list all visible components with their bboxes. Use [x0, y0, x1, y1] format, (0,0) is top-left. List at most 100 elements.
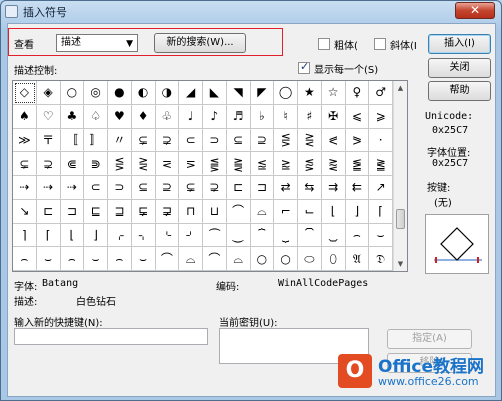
symbol-cell[interactable]: ○ — [250, 247, 275, 271]
scroll-down-icon[interactable]: ▼ — [394, 257, 407, 271]
symbol-cell[interactable]: ⪍ — [250, 152, 275, 176]
symbol-cell[interactable]: ⋛ — [131, 152, 156, 176]
symbol-cell[interactable]: ★ — [298, 81, 322, 105]
symbol-cell[interactable]: ⊊ — [13, 152, 37, 176]
symbol-cell[interactable]: ⏝ — [226, 223, 251, 248]
symbol-cell[interactable]: ⏞ — [250, 223, 275, 248]
symbol-cell[interactable]: ⌒ — [155, 247, 180, 271]
symbol-cell[interactable]: ◤ — [250, 81, 275, 105]
symbol-cell[interactable]: 〚 — [60, 128, 85, 153]
symbol-cell[interactable]: ⊑ — [84, 199, 108, 224]
symbol-cell[interactable]: ● — [108, 81, 132, 105]
symbol-cell[interactable]: ⏟ — [274, 223, 298, 248]
symbol-cell[interactable]: ♯ — [298, 104, 322, 129]
symbol-cell[interactable]: ⊐ — [60, 199, 85, 224]
symbol-cell[interactable]: ⬭ — [298, 247, 322, 271]
symbol-cell[interactable]: ⌋ — [84, 223, 108, 248]
symbol-cell[interactable]: ◐ — [131, 81, 156, 105]
symbol-cell[interactable]: ⇄ — [274, 176, 298, 200]
symbol-cell[interactable]: ✠ — [321, 104, 346, 129]
help-button[interactable]: 帮助 — [428, 81, 491, 101]
symbol-cell[interactable]: ⌙ — [298, 199, 322, 224]
symbol-cell[interactable]: ⇉ — [321, 176, 346, 200]
symbol-cell[interactable]: ⏜ — [203, 223, 227, 248]
symbol-cell[interactable]: ○ — [274, 247, 298, 271]
symbol-cell[interactable]: ⊏ — [226, 176, 251, 200]
symbol-cell[interactable]: ♩ — [179, 104, 203, 129]
symbol-cell[interactable]: ⌣ — [36, 247, 61, 271]
symbol-cell[interactable]: ◈ — [36, 81, 61, 105]
symbol-cell[interactable]: ⊊ — [131, 128, 156, 153]
symbol-cell[interactable]: ⋤ — [131, 199, 156, 224]
symbol-cell[interactable]: ⏠ — [298, 223, 322, 248]
symbol-cell[interactable]: 〃 — [108, 128, 132, 153]
symbol-cell[interactable]: ◢ — [179, 81, 203, 105]
symbol-cell[interactable]: ♣ — [60, 104, 85, 129]
symbol-cell[interactable]: 𝔄 — [345, 247, 370, 271]
symbol-cell[interactable]: ⪕ — [321, 128, 346, 153]
symbol-cell[interactable]: ◎ — [84, 81, 108, 105]
symbol-cell[interactable]: ♬ — [226, 104, 251, 129]
symbol-cell[interactable]: ⊏ — [36, 199, 61, 224]
symbol-cell[interactable]: ♡ — [36, 104, 61, 129]
symbol-cell[interactable]: ♧ — [155, 104, 180, 129]
symbol-cell[interactable]: ⋑ — [84, 152, 108, 176]
symbol-cell[interactable]: ☆ — [321, 81, 346, 105]
symbol-cell[interactable]: ⊒ — [108, 199, 132, 224]
symbol-cell[interactable]: ⋥ — [155, 199, 180, 224]
scroll-thumb[interactable] — [396, 209, 405, 229]
symbol-grid[interactable]: ◇ ◈ ○ ◎ ● ◐ ◑ ◢ ◣ ◥ ◤ ◯ ★ ☆ ♀ ♂ ♠ ♡ ♣ ♤ ♥ ♦ ♧ ♩ ♪ ♬ ♭ ♮ ♯ ✠ ⩽ ⩾ ≫ 〒〚〛〃 ⊊ ⊋ ⊂… — [12, 80, 408, 272]
symbol-cell[interactable]: ⋛ — [298, 128, 322, 153]
symbol-cell[interactable]: ⇢ — [60, 176, 85, 200]
symbol-cell[interactable]: ◯ — [274, 81, 298, 105]
symbol-cell[interactable]: ⌣ — [131, 247, 156, 271]
symbol-cell[interactable]: ⌓ — [226, 247, 251, 271]
symbol-cell[interactable]: ⌓ — [179, 247, 203, 271]
symbol-cell[interactable]: ↗ — [369, 176, 393, 200]
symbol-cell[interactable]: 〒 — [36, 128, 61, 153]
symbol-cell[interactable]: ⌊ — [321, 199, 346, 224]
symbol-cell[interactable]: ⩽ — [345, 104, 370, 129]
symbol-cell[interactable]: ⊓ — [179, 199, 203, 224]
symbol-cell[interactable]: ⌒ — [226, 199, 251, 224]
symbol-cell[interactable]: ⊃ — [203, 128, 227, 153]
symbol-cell[interactable]: ♪ — [203, 104, 227, 129]
symbol-cell[interactable]: ⊐ — [250, 176, 275, 200]
symbol-cell[interactable]: ⊊ — [179, 176, 203, 200]
symbol-cell[interactable]: ◑ — [155, 81, 180, 105]
symbol-cell[interactable]: ⩾ — [369, 104, 393, 129]
symbol-cell[interactable]: ♥ — [108, 104, 132, 129]
symbol-cell[interactable]: ⌍ — [131, 223, 156, 248]
bold-checkbox[interactable] — [318, 38, 330, 50]
symbol-cell[interactable]: ⊂ — [84, 176, 108, 200]
symbol-cell[interactable]: ⊋ — [36, 152, 61, 176]
symbol-cell[interactable]: ⌢ — [60, 247, 85, 271]
symbol-cell[interactable]: ⋚ — [108, 152, 132, 176]
symbol-cell[interactable]: ⌐ — [274, 199, 298, 224]
symbol-cell[interactable]: ⊔ — [203, 199, 227, 224]
view-select[interactable]: 描述 ▼ — [56, 34, 138, 52]
symbol-cell[interactable]: ≫ — [13, 128, 37, 153]
symbol-cell[interactable]: ♭ — [250, 104, 275, 129]
symbol-cell[interactable]: ⊇ — [155, 176, 180, 200]
symbol-cell[interactable]: 𝔇 — [369, 247, 393, 271]
symbol-cell[interactable]: ⌢ — [345, 223, 370, 248]
symbol-cell[interactable]: ⊋ — [203, 176, 227, 200]
scroll-up-icon[interactable]: ▲ — [394, 81, 407, 95]
symbol-cell[interactable]: ⌓ — [250, 199, 275, 224]
symbol-cell[interactable]: ♮ — [274, 104, 298, 129]
symbol-cell[interactable]: ⇆ — [298, 176, 322, 200]
symbol-cell[interactable]: ⌈ — [36, 223, 61, 248]
new-search-button[interactable]: 新的搜索(W)... — [154, 33, 246, 53]
symbol-cell[interactable]: ⇢ — [36, 176, 61, 200]
symbol-cell[interactable]: ⇇ — [345, 176, 370, 200]
symbol-cell[interactable]: ⇢ — [13, 176, 37, 200]
symbol-cell[interactable]: ⪋ — [203, 152, 227, 176]
close-window-button[interactable]: ✕ — [455, 2, 495, 19]
symbol-cell[interactable]: ♠ — [13, 104, 37, 129]
symbol-cell[interactable]: ⪑ — [345, 152, 370, 176]
symbol-cell[interactable]: ⊋ — [155, 128, 180, 153]
show-each-checkbox[interactable] — [298, 60, 310, 74]
close-button[interactable]: 关闭 — [428, 58, 491, 78]
symbol-cell[interactable]: ⌊ — [60, 223, 85, 248]
